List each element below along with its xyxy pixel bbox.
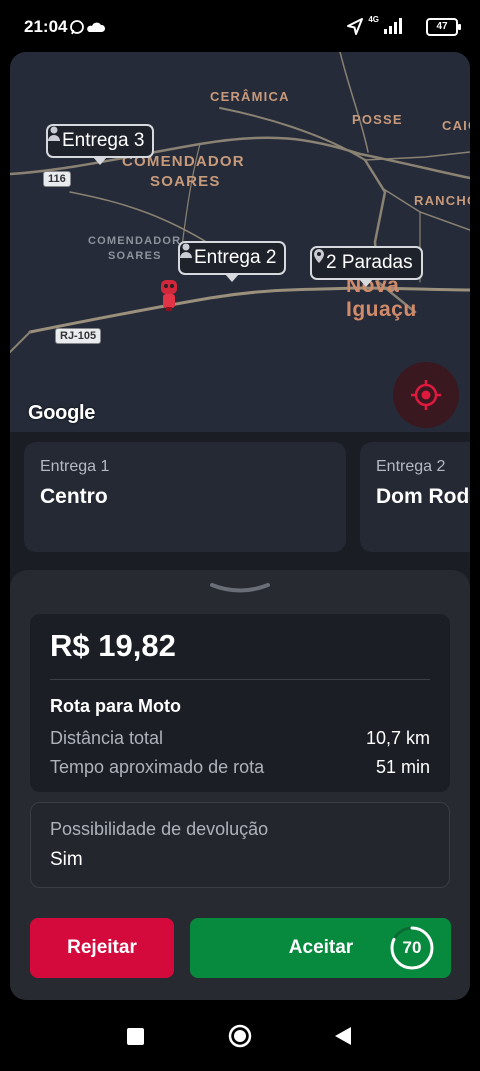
- return-card: Possibilidade de devolução Sim: [30, 802, 450, 888]
- delivery-card-2[interactable]: Entrega 2 Dom Rod: [360, 442, 470, 552]
- road-shield-116: 116: [43, 171, 71, 187]
- distance-label: Distância total: [50, 728, 164, 748]
- distance-row: Distância total 10,7 km: [50, 728, 430, 749]
- whatsapp-icon: [70, 20, 84, 35]
- return-value: Sim: [50, 849, 83, 870]
- marker-delivery-3-label: Entrega 3: [62, 130, 145, 151]
- status-time: 21:04: [24, 17, 68, 36]
- network-type: 4G: [368, 15, 379, 24]
- my-location-icon: [411, 380, 441, 410]
- chevron-down-icon: [210, 583, 270, 593]
- road-shield-rj105: RJ-105: [55, 328, 102, 344]
- circle-icon: [228, 1024, 252, 1048]
- app-screen: CERÂMICA POSSE CAIC COMENDADOR SOARES CO…: [10, 52, 470, 1000]
- sheet-grabber[interactable]: [210, 582, 270, 601]
- time-value: 51 min: [375, 757, 430, 777]
- map-label-ceramica: CERÂMICA: [210, 89, 290, 104]
- marker-stops-label: 2 Paradas: [326, 252, 413, 273]
- delivery-card-title: Centro: [40, 485, 108, 508]
- google-attribution: Google: [28, 402, 96, 424]
- status-left-icons: [70, 19, 108, 40]
- countdown-timer: 70: [388, 924, 436, 972]
- divider: [50, 679, 430, 680]
- delivery-card-label: Entrega 2: [376, 458, 446, 475]
- offer-price: R$ 19,82: [50, 628, 176, 663]
- cloud-icon: [87, 22, 106, 32]
- delivery-cards-strip[interactable]: Entrega 1 Centro Entrega 2 Dom Rod: [10, 432, 470, 572]
- home-button[interactable]: [228, 1024, 252, 1048]
- accept-button[interactable]: Aceitar 70: [190, 918, 451, 978]
- offer-sheet: R$ 19,82 Rota para Moto Distância total …: [10, 570, 470, 1000]
- delivery-card-label: Entrega 1: [40, 458, 110, 475]
- return-label: Possibilidade de devolução: [50, 819, 269, 839]
- recents-button[interactable]: [127, 1028, 144, 1045]
- battery-indicator: 47: [426, 18, 461, 36]
- motorbike-icon: [161, 280, 177, 311]
- price-card: R$ 19,82 Rota para Moto Distância total …: [30, 614, 450, 792]
- map-label-rancho: RANCHO: [414, 193, 470, 208]
- map-view[interactable]: CERÂMICA POSSE CAIC COMENDADOR SOARES CO…: [10, 52, 470, 432]
- marker-delivery-2[interactable]: Entrega 2: [178, 241, 287, 282]
- square-icon: [127, 1028, 144, 1045]
- map-label-soares-1: SOARES: [150, 173, 221, 190]
- map-label-comendador-2: COMENDADOR: [88, 235, 182, 247]
- marker-stops[interactable]: 2 Paradas: [310, 246, 423, 287]
- status-bar: 21:04 4G 47: [0, 0, 480, 52]
- countdown-value: 70: [402, 938, 422, 957]
- marker-delivery-2-label: Entrega 2: [194, 247, 277, 268]
- map-label-soares-2: SOARES: [108, 250, 162, 262]
- marker-delivery-3[interactable]: Entrega 3: [46, 124, 155, 165]
- route-title: Rota para Moto: [50, 696, 182, 716]
- signal-icon: [384, 18, 402, 34]
- distance-value: 10,7 km: [365, 728, 430, 748]
- locate-button[interactable]: [393, 362, 459, 428]
- triangle-back-icon: [335, 1027, 351, 1045]
- time-label: Tempo aproximado de rota: [50, 757, 265, 777]
- map-label-posse: POSSE: [352, 112, 403, 127]
- time-row: Tempo aproximado de rota 51 min: [50, 757, 430, 778]
- delivery-card-1[interactable]: Entrega 1 Centro: [24, 442, 346, 552]
- reject-button[interactable]: Rejeitar: [30, 918, 174, 978]
- map-label-caic: CAIC: [442, 118, 470, 133]
- delivery-card-title: Dom Rod: [376, 485, 470, 508]
- system-nav-bar: [0, 1000, 480, 1066]
- back-button[interactable]: [335, 1027, 351, 1045]
- location-arrow-icon: [347, 18, 363, 35]
